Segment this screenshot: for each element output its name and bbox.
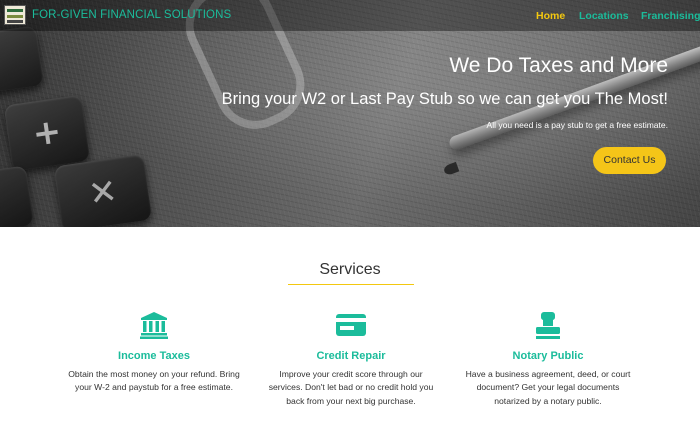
hero-banner: + ✕ We Do Taxes and More Bring your W2 o… — [0, 0, 700, 227]
hero-overlay — [0, 0, 700, 227]
brand-name[interactable]: FOR-GIVEN FINANCIAL SOLUTIONS — [32, 9, 231, 21]
service-title: Income Taxes — [118, 350, 190, 362]
services-divider — [288, 284, 414, 285]
service-description: Have a business agreement, deed, or cour… — [465, 369, 631, 406]
nav-franchising[interactable]: Franchising — [641, 10, 700, 22]
hero-note: All you need is a pay stub to get a free… — [486, 120, 668, 130]
service-description: Improve your credit score through our se… — [268, 369, 434, 406]
contact-us-button[interactable]: Contact Us — [593, 147, 666, 174]
navbar: FOR-GIVEN FINANCIAL SOLUTIONS Home Locat… — [0, 0, 700, 31]
stamp-icon — [533, 310, 563, 340]
service-income-taxes: Income Taxes Obtain the most money on yo… — [68, 310, 240, 395]
service-description: Obtain the most money on your refund. Br… — [68, 369, 240, 393]
bank-icon — [139, 310, 169, 340]
service-title: Credit Repair — [316, 350, 386, 362]
nav-home[interactable]: Home — [536, 10, 565, 22]
service-title: Notary Public — [512, 350, 584, 362]
service-notary-public: Notary Public Have a business agreement,… — [462, 310, 634, 408]
company-logo[interactable] — [4, 5, 26, 25]
nav-locations[interactable]: Locations — [579, 10, 629, 22]
services-heading: Services — [319, 261, 381, 278]
hero-subtitle: Bring your W2 or Last Pay Stub so we can… — [221, 90, 668, 108]
credit-card-icon — [335, 310, 367, 340]
hero-title: We Do Taxes and More — [449, 54, 668, 77]
service-credit-repair: Credit Repair Improve your credit score … — [265, 310, 437, 408]
